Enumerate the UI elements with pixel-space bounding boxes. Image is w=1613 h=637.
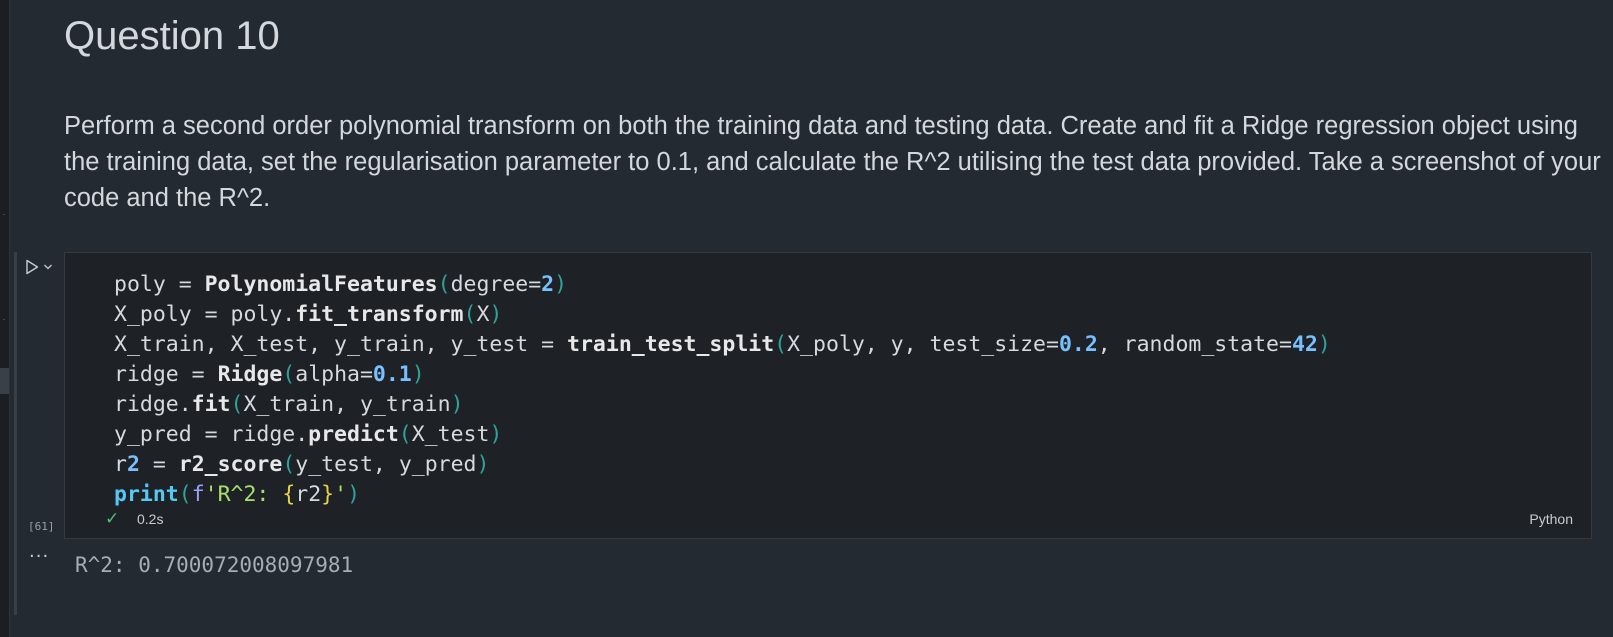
code-line-6-text: y_pred = ridge.predict(X_test) <box>114 422 503 447</box>
code-line-8: print(f'R^2: {r2}') <box>114 482 360 507</box>
run-cell-button[interactable] <box>25 258 61 276</box>
code-line-3: X_train, X_test, y_train, y_test = train… <box>114 332 1331 357</box>
output-actions-ellipsis[interactable]: ··· <box>29 546 49 567</box>
activity-strip: · · <box>0 0 10 637</box>
code-line-6: y_pred = ridge.predict(X_test) <box>114 422 502 447</box>
code-editor[interactable]: poly = PolynomialFeatures(degree=2) X_po… <box>114 270 1331 510</box>
cell-status-bar: ✓ 0.2s Python <box>85 509 1573 529</box>
code-line-7-text: r2 = r2_score(y_test, y_pred) <box>114 452 490 477</box>
code-line-7: r2 = r2_score(y_test, y_pred) <box>114 452 489 477</box>
code-line-4: ridge = Ridge(alpha=0.1) <box>114 362 425 387</box>
play-triangle-icon[interactable] <box>25 259 39 275</box>
code-line-1: poly = PolynomialFeatures(degree=2) <box>114 272 567 297</box>
markdown-paragraph: Perform a second order polynomial transf… <box>64 112 1601 212</box>
code-line-5-text: ridge.fit(X_train, y_train) <box>114 392 464 417</box>
cell-output: R^2: 0.700072008097981 <box>75 553 354 577</box>
execution-duration: 0.2s <box>137 511 164 527</box>
strip-mark: · <box>2 209 6 219</box>
code-line-8-text: print(f'R^2: {r2}') <box>114 482 361 507</box>
code-cell-editor[interactable]: poly = PolynomialFeatures(degree=2) X_po… <box>64 252 1592 539</box>
execution-count: [61] <box>28 520 55 533</box>
code-line-5: ridge.fit(X_train, y_train) <box>114 392 464 417</box>
code-line-2: X_poly = poly.fit_transform(X) <box>114 302 502 327</box>
cell-focus-bar[interactable] <box>14 252 17 615</box>
code-line-1-text: poly = PolynomialFeatures(degree=2) <box>114 272 568 297</box>
strip-mark: · <box>2 314 6 324</box>
code-line-4-text: ridge = Ridge(alpha=0.1) <box>114 362 425 387</box>
code-line-3-text: X_train, X_test, y_train, y_test = train… <box>114 332 1331 357</box>
chevron-down-icon[interactable] <box>43 263 53 271</box>
checkmark-icon: ✓ <box>105 509 120 529</box>
markdown-heading: Question 10 <box>64 14 280 58</box>
cell-language-picker[interactable]: Python <box>1529 511 1573 527</box>
notebook-page: · · Question 10 Perform a second order p… <box>0 0 1613 637</box>
strip-selection <box>0 368 9 394</box>
code-line-2-text: X_poly = poly.fit_transform(X) <box>114 302 503 327</box>
